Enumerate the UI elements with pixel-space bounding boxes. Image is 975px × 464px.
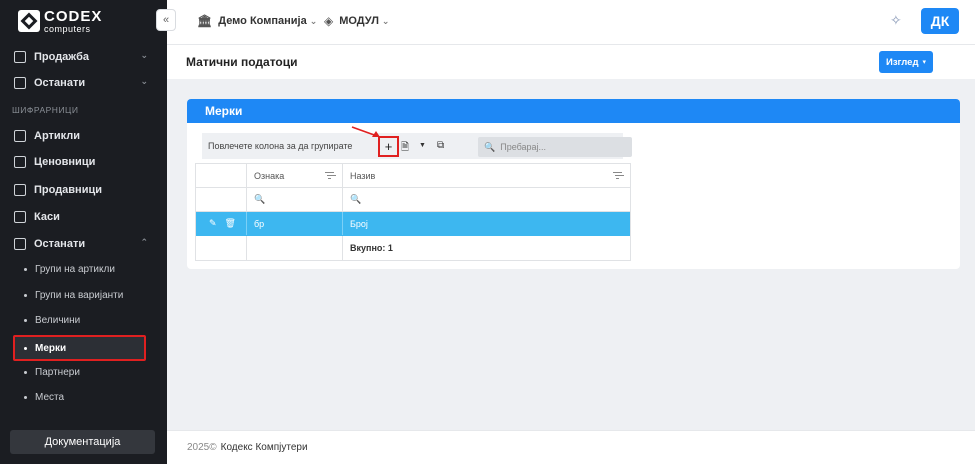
table-row[interactable]: ✎ 🗑 бр Број	[196, 212, 630, 236]
chevron-up-icon: ⌃	[140, 237, 148, 247]
company-selector[interactable]: 🏛 Демо Компанија ⌄	[197, 14, 317, 28]
search-icon: 🔍	[484, 141, 496, 152]
export-icon[interactable]: 🗎	[401, 140, 409, 157]
sidebar-subitem-sizes[interactable]: Величини	[24, 311, 144, 329]
add-button[interactable]: +	[378, 136, 399, 157]
sidebar-subitem-units[interactable]: Мерки	[13, 335, 146, 361]
sidebar-item-label: Ценовници	[34, 156, 96, 168]
collapse-sidebar-button[interactable]: «	[156, 9, 176, 31]
sidebar-item-label: Останати	[34, 238, 86, 250]
double-chevron-left-icon: «	[162, 14, 170, 26]
group-panel-hint[interactable]: Повлечете колона за да групирате	[208, 141, 352, 151]
brand-subtitle: computers	[44, 23, 91, 34]
bullet-icon	[24, 267, 27, 271]
search-input[interactable]	[500, 142, 621, 152]
bank-icon: 🏛	[197, 14, 213, 28]
bullet-icon	[24, 318, 27, 322]
footer-year: 2025©	[187, 442, 217, 453]
copy-icon	[14, 238, 26, 250]
sidebar-item-stores[interactable]: Продавници	[14, 180, 154, 200]
grid-summary-row: Вкупно: 1	[196, 236, 630, 260]
store-icon	[14, 184, 26, 196]
section-label-codebooks: ШИФРАРНИЦИ	[12, 105, 79, 115]
cash-register-icon	[14, 211, 26, 223]
column-chooser-icon[interactable]: ⧉	[437, 140, 444, 151]
sidebar-subitem-partners[interactable]: Партнери	[24, 363, 144, 381]
sidebar-item-label: Каси	[34, 211, 60, 223]
search-box: 🔍	[478, 137, 632, 157]
filter-icon[interactable]	[613, 171, 622, 179]
footer: 2025© Кодекс Компјутери	[167, 430, 975, 464]
card-title: Мерки	[187, 99, 960, 123]
sidebar-item-label: Продажба	[34, 51, 90, 63]
sidebar-item-articles[interactable]: Артикли	[14, 126, 154, 146]
chevron-down-icon: ⌄	[381, 15, 390, 26]
copy-icon	[14, 77, 26, 89]
sidebar-subitem-article-groups[interactable]: Групи на артикли	[24, 260, 144, 278]
layers-icon: ◈	[324, 14, 334, 28]
caret-down-icon[interactable]: ▼	[419, 142, 426, 149]
module-selector[interactable]: ◈ МОДУЛ ⌄	[324, 14, 389, 28]
delete-icon[interactable]: 🗑	[225, 218, 236, 229]
grid-filter-row: 🔍 🔍	[196, 188, 630, 212]
search-icon: 🔍	[254, 194, 266, 204]
filter-cell-name[interactable]: 🔍	[343, 188, 630, 211]
sidebar-subitem-places[interactable]: Места	[24, 388, 144, 406]
footer-company: Кодекс Компјутери	[220, 442, 308, 453]
sidebar-subitem-variant-groups[interactable]: Групи на варијанти	[24, 286, 144, 304]
edit-icon[interactable]: ✎	[209, 218, 217, 229]
sidebar: CODEX computers Продажба ⌄ Останати ⌄ ШИ…	[0, 0, 167, 464]
units-card: Мерки Повлечете колона за да групирате +…	[187, 99, 960, 269]
price-tag-icon	[14, 156, 26, 168]
grid-toolbar: Повлечете колона за да групирате + 🗎 ▼ ⧉…	[202, 133, 632, 159]
sidebar-item-sales[interactable]: Продажба ⌄	[14, 47, 154, 67]
brand-logo[interactable]: CODEX computers	[18, 8, 102, 34]
codex-logo-icon	[18, 10, 40, 32]
annotation-arrow-icon	[351, 126, 380, 137]
search-icon: 🔍	[350, 194, 362, 204]
chart-icon	[14, 51, 26, 63]
bullet-icon	[24, 346, 27, 350]
filter-cell-code[interactable]: 🔍	[247, 188, 343, 211]
sidebar-item-label: Останати	[34, 77, 86, 89]
chevron-down-icon: ⌄	[140, 50, 148, 60]
cell-code: бр	[247, 212, 343, 235]
header-actions-cell	[196, 164, 247, 187]
bullet-icon	[24, 370, 27, 374]
bullet-icon	[24, 293, 27, 297]
brand-title: CODEX	[44, 7, 103, 25]
top-bar: 🏛 Демо Компанија ⌄ ◈ МОДУЛ ⌄ ✧ ДК	[167, 0, 975, 45]
sparkle-icon[interactable]: ✧	[890, 12, 902, 29]
archive-icon	[14, 130, 26, 142]
page-title: Матични податоци	[186, 55, 298, 69]
plus-icon: +	[384, 139, 393, 154]
sidebar-item-registers[interactable]: Каси	[14, 207, 154, 227]
page-header: Матични податоци Изглед ▾	[167, 45, 975, 79]
chevron-down-icon: ⌄	[309, 15, 318, 26]
documentation-button[interactable]: Документација	[10, 430, 155, 454]
caret-down-icon: ▾	[922, 59, 926, 66]
column-header-code[interactable]: Ознака	[247, 164, 343, 187]
sidebar-item-other[interactable]: Останати ⌃	[14, 234, 154, 254]
sidebar-item-label: Продавници	[34, 184, 102, 196]
filter-icon[interactable]	[325, 171, 334, 179]
chevron-down-icon: ⌄	[140, 76, 148, 86]
view-dropdown-button[interactable]: Изглед ▾	[879, 51, 933, 73]
sidebar-item-other-top[interactable]: Останати ⌄	[14, 73, 154, 93]
bullet-icon	[24, 395, 27, 399]
cell-name: Број	[350, 218, 368, 229]
sidebar-item-label: Артикли	[34, 130, 81, 142]
column-header-name[interactable]: Назив	[343, 164, 630, 187]
sidebar-item-pricelists[interactable]: Ценовници	[14, 152, 154, 172]
user-avatar[interactable]: ДК	[921, 8, 959, 34]
grid-header-row: Ознака Назив	[196, 164, 630, 188]
total-count: Вкупно: 1	[350, 243, 393, 253]
units-grid: Ознака Назив 🔍 🔍 ✎ 🗑 бр Број Вкупно: 1	[195, 163, 631, 261]
